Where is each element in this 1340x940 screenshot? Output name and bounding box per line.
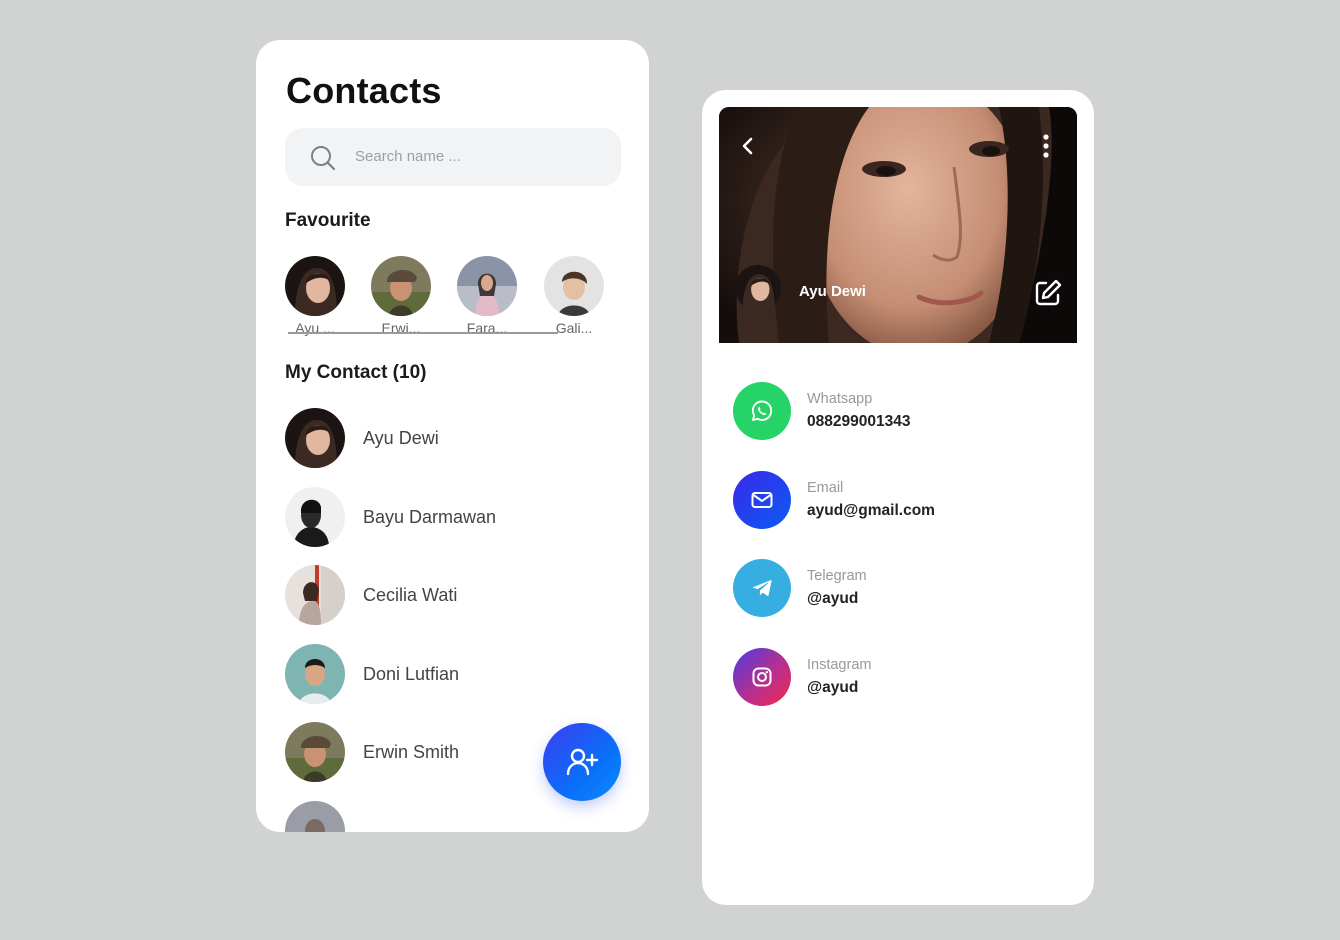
profile-photo <box>719 107 1077 343</box>
channel-label: Email <box>807 480 844 496</box>
contact-detail-screen: Ayu Dewi Whatsapp 088299001343 Email ayu… <box>702 90 1094 905</box>
email-item[interactable]: Email ayud@gmail.com <box>733 471 1053 531</box>
chevron-left-icon <box>742 137 753 155</box>
more-vertical-icon <box>1043 134 1049 158</box>
avatar <box>544 256 604 316</box>
channel-label: Telegram <box>807 568 867 584</box>
back-button[interactable] <box>737 135 759 162</box>
avatar <box>285 408 345 468</box>
avatar <box>457 256 517 316</box>
avatar <box>371 256 431 316</box>
favourite-item[interactable]: Erwi... <box>371 256 431 336</box>
avatar <box>285 487 345 547</box>
channel-label: Whatsapp <box>807 391 873 407</box>
contact-name: Bayu Darmawan <box>363 507 497 527</box>
avatar <box>285 565 345 625</box>
contact-name: Erwin Smith <box>363 742 460 762</box>
favourite-item[interactable]: Gali... <box>544 256 604 336</box>
channel-value: ayud@gmail.com <box>807 502 935 519</box>
edit-icon <box>1035 279 1062 306</box>
channel-value: @ayud <box>807 679 859 696</box>
contacts-screen: Contacts Search name ... Favourite Ayu .… <box>256 40 649 832</box>
profile-name: Ayu Dewi <box>799 283 866 300</box>
edit-button[interactable] <box>1032 277 1064 314</box>
whatsapp-item[interactable]: Whatsapp 088299001343 <box>733 382 1053 442</box>
contact-name: Ayu Dewi <box>363 428 439 448</box>
avatar <box>285 256 345 316</box>
channel-label: Instagram <box>807 657 872 673</box>
avatar <box>735 265 781 311</box>
avatar <box>285 722 345 782</box>
whatsapp-icon <box>751 400 773 421</box>
avatar <box>285 801 345 832</box>
channel-value: 088299001343 <box>807 413 911 430</box>
contact-name: Cecilia Wati <box>363 585 458 605</box>
telegram-item[interactable]: Telegram @ayud <box>733 559 1053 619</box>
search-icon <box>309 144 337 172</box>
email-badge <box>733 471 791 529</box>
contact-row[interactable]: Bayu Darmawan <box>285 487 625 549</box>
contact-row[interactable]: Ayu Dewi <box>285 408 625 470</box>
telegram-badge <box>733 559 791 617</box>
instagram-icon <box>752 667 772 687</box>
scroll-indicator[interactable] <box>288 332 558 334</box>
add-user-icon <box>566 748 599 776</box>
contact-row[interactable] <box>285 801 625 832</box>
search-input[interactable]: Search name ... <box>285 128 621 186</box>
contact-row[interactable]: Doni Lutfian <box>285 644 625 706</box>
instagram-item[interactable]: Instagram @ayud <box>733 648 1053 708</box>
favourite-item[interactable]: Fara... <box>457 256 517 336</box>
contact-name: Doni Lutfian <box>363 664 460 684</box>
favourite-heading: Favourite <box>285 210 371 231</box>
mail-icon <box>751 492 773 508</box>
instagram-badge <box>733 648 791 706</box>
channel-value: @ayud <box>807 590 859 607</box>
avatar <box>285 644 345 704</box>
search-placeholder: Search name ... <box>355 148 461 165</box>
page-title: Contacts <box>286 70 442 111</box>
add-contact-button[interactable] <box>543 723 621 801</box>
contact-row[interactable]: Cecilia Wati <box>285 565 625 627</box>
whatsapp-badge <box>733 382 791 440</box>
favourite-item[interactable]: Ayu ... <box>285 256 345 336</box>
telegram-icon <box>752 580 772 596</box>
my-contact-heading: My Contact (10) <box>285 362 427 383</box>
more-options-button[interactable] <box>1037 133 1055 164</box>
profile-header: Ayu Dewi <box>719 107 1077 343</box>
